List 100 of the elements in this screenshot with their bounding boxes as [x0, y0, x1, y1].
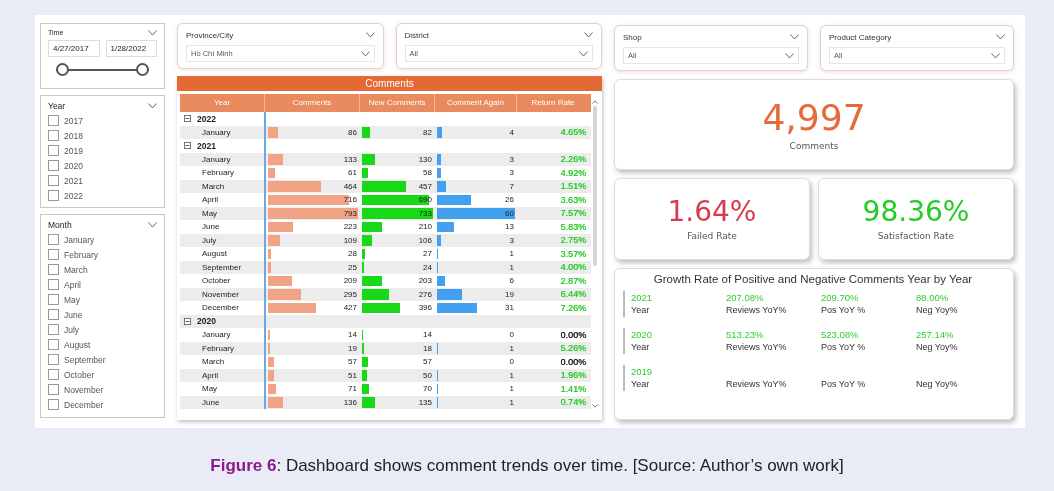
data-bar: [362, 383, 369, 394]
chevron-down-icon[interactable]: [365, 32, 375, 38]
checkbox[interactable]: [48, 354, 59, 365]
data-bar: [362, 154, 375, 165]
table-cell: 1.96%: [560, 370, 586, 381]
data-bar: [268, 343, 271, 354]
chevron-down-icon[interactable]: [790, 34, 799, 40]
checkbox-option[interactable]: 2018: [48, 128, 157, 143]
chevron-down-icon[interactable]: [996, 34, 1005, 40]
checkbox-option[interactable]: July: [48, 322, 157, 337]
table-cell: 4.92%: [560, 167, 586, 178]
checkbox[interactable]: [48, 339, 59, 350]
checkbox[interactable]: [48, 145, 59, 156]
scrollbar-thumb[interactable]: [593, 106, 597, 266]
kpi-value: 98.36%: [862, 196, 970, 228]
checkbox[interactable]: [48, 115, 59, 126]
table-cell: 27: [423, 249, 432, 259]
checkbox[interactable]: [48, 130, 59, 141]
checkbox[interactable]: [48, 190, 59, 201]
chevron-down-icon[interactable]: [991, 52, 1000, 59]
data-bar: [268, 302, 317, 313]
data-bar: [362, 167, 368, 178]
year-value: 2021: [631, 291, 654, 304]
chevron-down-icon[interactable]: [785, 52, 794, 59]
table-cell: 793: [343, 208, 357, 218]
data-bar: [362, 221, 383, 232]
chevron-down-icon[interactable]: [584, 32, 593, 38]
checkbox[interactable]: [48, 399, 59, 410]
checkbox-option[interactable]: April: [48, 277, 157, 292]
metric-label: Year: [631, 341, 651, 354]
checkbox-option[interactable]: 2020: [48, 158, 157, 173]
data-bar: [362, 289, 389, 300]
scroll-down-icon[interactable]: [592, 404, 598, 408]
data-bar: [362, 248, 365, 259]
kpi-label: Satisfaction Rate: [877, 231, 955, 242]
table-cell: 3: [509, 235, 514, 245]
checkbox-option[interactable]: March: [48, 262, 157, 277]
chevron-down-icon[interactable]: [579, 50, 588, 57]
date-field[interactable]: 4/27/2017: [48, 40, 100, 57]
table-cell: 2.26%: [560, 154, 586, 165]
row-label: April: [202, 370, 218, 380]
checkbox[interactable]: [48, 175, 59, 186]
checkbox[interactable]: [48, 324, 59, 335]
collapse-icon[interactable]: [184, 142, 191, 150]
table-cell: 3.63%: [560, 194, 586, 205]
checkbox[interactable]: [48, 264, 59, 275]
metric-label: Year: [631, 304, 651, 317]
checkbox-option[interactable]: October: [48, 367, 157, 382]
checkbox[interactable]: [48, 279, 59, 290]
slider-handle[interactable]: [136, 63, 149, 76]
checkbox-option[interactable]: February: [48, 247, 157, 262]
year-group: 2020: [197, 316, 216, 327]
kpi-label: Failed Rate: [687, 231, 737, 242]
data-bar: [362, 302, 401, 313]
row-label: January: [202, 127, 231, 137]
data-bar: [437, 289, 462, 300]
data-bar: [268, 289, 302, 300]
metric-label: Pos YoY %: [821, 341, 867, 354]
table-cell: 733: [418, 208, 432, 218]
checkbox[interactable]: [48, 369, 59, 380]
table-cell: 3: [509, 168, 514, 178]
table-cell: 60: [505, 208, 514, 218]
checkbox[interactable]: [48, 160, 59, 171]
table-cell: 3.57%: [560, 248, 586, 259]
checkbox-option[interactable]: June: [48, 307, 157, 322]
table-cell: 2.75%: [560, 235, 586, 246]
checkbox-option[interactable]: August: [48, 337, 157, 352]
chevron-down-icon[interactable]: [360, 50, 370, 57]
collapse-icon[interactable]: [184, 317, 191, 325]
checkbox-option[interactable]: 2022: [48, 188, 157, 203]
slider-handle[interactable]: [56, 63, 69, 76]
scroll-up-icon[interactable]: [592, 100, 598, 104]
checkbox[interactable]: [48, 384, 59, 395]
row-label: June: [202, 222, 220, 232]
checkbox-option[interactable]: January: [48, 232, 157, 247]
metric-value: 209.70%: [821, 291, 860, 304]
checkbox[interactable]: [48, 294, 59, 305]
data-bar: [268, 248, 272, 259]
checkbox-option[interactable]: May: [48, 292, 157, 307]
table-cell: 19: [348, 343, 357, 353]
table-cell: 86: [348, 127, 357, 137]
checkbox-option[interactable]: 2021: [48, 173, 157, 188]
checkbox-option[interactable]: September: [48, 352, 157, 367]
chevron-down-icon[interactable]: [148, 222, 157, 228]
metric-label: Reviews YoY%: [726, 304, 788, 317]
filter-title: District: [404, 30, 429, 40]
checkbox[interactable]: [48, 234, 59, 245]
date-field[interactable]: 1/28/2022: [105, 40, 157, 57]
checkbox-option[interactable]: December: [48, 397, 157, 412]
chevron-down-icon[interactable]: [148, 29, 157, 36]
table-cell: 109: [343, 235, 357, 245]
checkbox-option[interactable]: 2019: [48, 143, 157, 158]
checkbox[interactable]: [48, 309, 59, 320]
checkbox-option[interactable]: November: [48, 382, 157, 397]
data-bar: [362, 397, 376, 408]
data-bar: [437, 194, 471, 205]
chevron-down-icon[interactable]: [148, 103, 157, 109]
collapse-icon[interactable]: [184, 115, 191, 123]
checkbox[interactable]: [48, 249, 59, 260]
checkbox-option[interactable]: 2017: [48, 113, 157, 128]
